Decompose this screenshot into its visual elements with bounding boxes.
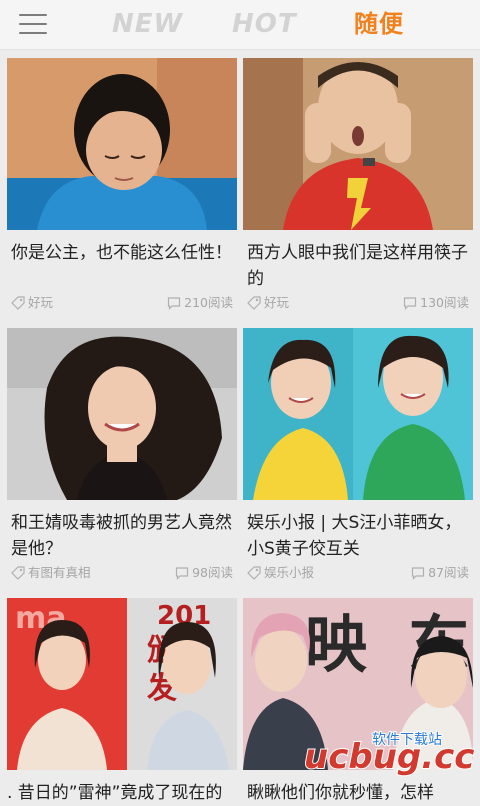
article-title: . 昔日的”雷神”竟成了现在的: [7, 783, 223, 803]
article-card[interactable]: 娱乐小报 | 大S汪小菲晒女，小S黄子佼互关 娱乐小报 87阅读: [243, 328, 473, 592]
article-read-count-label: 130阅读: [420, 295, 469, 310]
article-tag-label: 娱乐小报: [264, 565, 315, 580]
article-card[interactable]: 西方人眼中我们是这样用筷子的 好玩 130阅读: [243, 58, 473, 322]
article-thumbnail: 映 东: [243, 598, 473, 770]
tag-icon: [11, 566, 25, 580]
article-title: 西方人眼中我们是这样用筷子的: [247, 243, 468, 289]
tab-hot[interactable]: HOT: [232, 8, 297, 40]
article-tag-label: 有图有真相: [28, 565, 91, 580]
article-read-count: 130阅读: [403, 294, 469, 312]
article-title: 娱乐小报 | 大S汪小菲晒女，小S黄子佼互关: [247, 513, 462, 559]
article-feed-grid: 你是公主，也不能这么任性！ 好玩 210阅读 西方人眼中我们是这样用筷子的 好玩…: [0, 50, 480, 803]
article-title: 你是公主，也不能这么任性！: [11, 243, 232, 263]
article-tag: 有图有真相: [11, 564, 91, 582]
article-title: 瞅瞅他们你就秒懂，怎样: [247, 783, 434, 803]
article-card[interactable]: 和王婧吸毒被抓的男艺人竟然是他？ 有图有真相 98阅读: [7, 328, 237, 592]
article-read-count: 210阅读: [167, 294, 233, 312]
article-thumbnail: [7, 58, 237, 230]
article-title: 和王婧吸毒被抓的男艺人竟然是他？: [11, 513, 232, 559]
article-read-count: 87阅读: [411, 564, 469, 582]
article-tag: 好玩: [11, 294, 53, 312]
article-read-count-label: 87阅读: [428, 565, 469, 580]
article-thumbnail: [243, 58, 473, 230]
tab-random[interactable]: 随便: [354, 8, 404, 40]
tag-icon: [247, 566, 261, 580]
article-thumbnail: [7, 328, 237, 500]
article-read-count-label: 98阅读: [192, 565, 233, 580]
menu-line: [19, 14, 47, 16]
menu-line: [19, 23, 47, 25]
thumbnail-poster-text: 映: [305, 608, 367, 681]
article-card[interactable]: 你是公主，也不能这么任性！ 好玩 210阅读: [7, 58, 237, 322]
article-tag-label: 好玩: [264, 295, 290, 310]
article-read-count-label: 210阅读: [184, 295, 233, 310]
article-meta: 好玩 210阅读: [11, 294, 233, 312]
article-meta: 有图有真相 98阅读: [11, 564, 233, 582]
top-navigation-bar: NEW HOT 随便: [0, 0, 480, 50]
article-thumbnail: [243, 328, 473, 500]
comment-icon: [168, 297, 181, 310]
article-card[interactable]: ma 201 颁 发 . 昔日的”雷神”竟成了现在的: [7, 598, 237, 803]
menu-line: [19, 32, 47, 34]
tab-new[interactable]: NEW: [112, 8, 183, 40]
comment-icon: [411, 567, 425, 580]
article-tag-label: 好玩: [28, 295, 54, 310]
article-meta: 娱乐小报 87阅读: [247, 564, 469, 582]
comment-icon: [404, 297, 417, 310]
tag-icon: [11, 296, 25, 310]
article-tag: 好玩: [247, 294, 289, 312]
comment-icon: [175, 567, 189, 580]
article-read-count: 98阅读: [175, 564, 233, 582]
article-card[interactable]: 映 东 瞅瞅他们你就秒懂，怎样: [243, 598, 473, 803]
tag-icon: [247, 296, 261, 310]
article-meta: 好玩 130阅读: [247, 294, 469, 312]
hamburger-menu-icon[interactable]: [19, 13, 47, 35]
article-tag: 娱乐小报: [247, 564, 314, 582]
article-thumbnail: ma 201 颁 发: [7, 598, 237, 770]
